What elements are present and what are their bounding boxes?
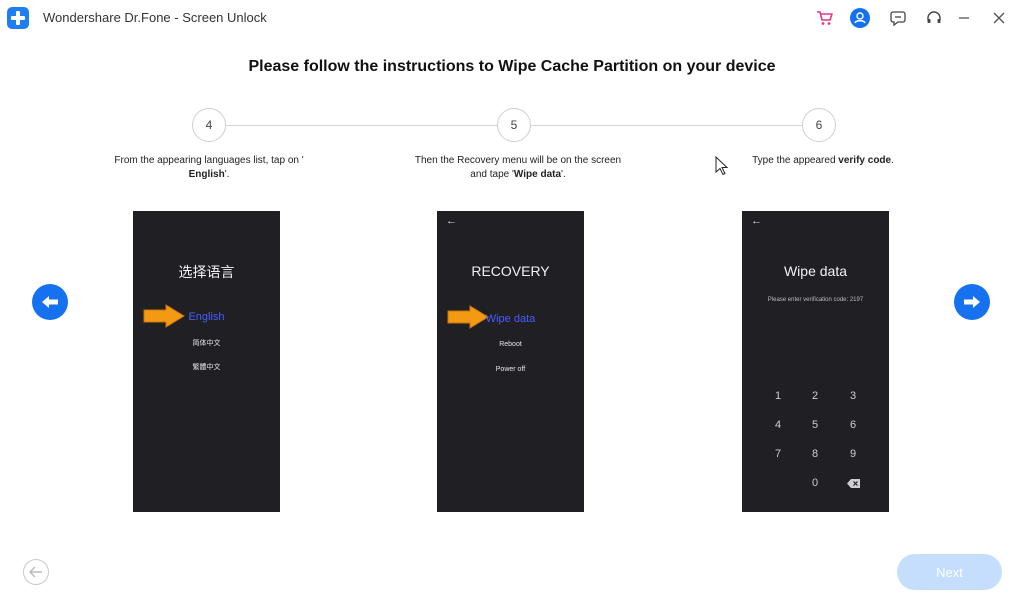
keypad-key: 6 xyxy=(849,419,857,431)
language-option-english: English xyxy=(188,311,225,323)
phone-title: Wipe data xyxy=(783,263,848,279)
phone-screen-language: 选择语言 English 简体中文 繁體中文 xyxy=(133,211,280,512)
step-4-text-end: '. xyxy=(224,169,230,180)
step-6-description: Type the appeared verify code. xyxy=(703,154,943,168)
backspace-icon xyxy=(847,479,860,488)
keypad-key: 0 xyxy=(811,477,819,489)
keypad-key: 3 xyxy=(849,390,857,402)
page-heading: Please follow the instructions to Wipe C… xyxy=(248,58,776,75)
phone-title: RECOVERY xyxy=(471,263,550,279)
mouse-cursor-icon xyxy=(715,156,729,176)
app-title: Wondershare Dr.Fone - Screen Unlock xyxy=(43,10,267,25)
phone-title: 选择语言 xyxy=(178,264,235,280)
step-5-text-pre: and tape ' xyxy=(470,169,514,180)
verification-prompt: Please enter verification code: 2197 xyxy=(767,297,864,303)
back-button[interactable] xyxy=(23,559,49,585)
phone-back-arrow-icon: ← xyxy=(446,215,457,227)
step-4-text: From the appearing languages list, tap o… xyxy=(114,155,304,166)
keypad-key: 5 xyxy=(811,419,819,431)
keypad-key: 1 xyxy=(774,390,782,402)
recovery-option: Power off xyxy=(495,366,526,373)
keypad-key: 4 xyxy=(774,419,782,431)
step-connector xyxy=(531,125,802,126)
phone-back-arrow-icon: ← xyxy=(751,215,762,227)
arrow-right-icon xyxy=(964,296,980,308)
language-option: 简体中文 xyxy=(192,340,221,347)
arrow-left-icon xyxy=(42,296,58,308)
close-icon[interactable] xyxy=(989,8,1009,28)
headset-support-icon[interactable] xyxy=(924,8,944,28)
step-5-text-end: '. xyxy=(561,169,566,180)
user-avatar-icon[interactable] xyxy=(850,8,870,28)
step-number-4: 4 xyxy=(192,108,226,142)
step-4-bold-text: English xyxy=(188,169,225,180)
shopping-cart-icon[interactable] xyxy=(815,8,835,28)
recovery-option: Reboot xyxy=(499,341,522,348)
step-5-bold-text: Wipe data xyxy=(513,169,562,180)
minimize-icon[interactable] xyxy=(954,8,974,28)
step-5-description: Then the Recovery menu will be on the sc… xyxy=(398,154,638,182)
keypad-key: 8 xyxy=(811,448,819,460)
recovery-option-wipe-data: Wipe data xyxy=(485,313,536,325)
previous-slide-button[interactable] xyxy=(32,284,68,320)
title-bar: Wondershare Dr.Fone - Screen Unlock xyxy=(0,0,1024,36)
arrow-left-icon xyxy=(29,566,42,578)
keypad-key: 7 xyxy=(774,448,782,460)
next-slide-button[interactable] xyxy=(954,284,990,320)
next-button[interactable]: Next xyxy=(897,554,1002,590)
step-6-bold-text: verify code xyxy=(838,155,892,166)
step-6-text-end: . xyxy=(891,155,894,166)
step-5-text: Then the Recovery menu will be on the sc… xyxy=(414,155,622,166)
feedback-icon[interactable] xyxy=(888,8,908,28)
step-6-text-pre: Type the appeared xyxy=(752,155,839,166)
keypad-key: 2 xyxy=(811,390,819,402)
keypad-key: 9 xyxy=(849,448,857,460)
phone-screen-recovery: ← RECOVERY Wipe data Reboot Power off xyxy=(437,211,584,512)
app-logo-icon xyxy=(7,7,29,29)
step-number-6: 6 xyxy=(802,108,836,142)
step-number-5: 5 xyxy=(497,108,531,142)
language-option: 繁體中文 xyxy=(192,364,221,371)
step-connector xyxy=(226,125,497,126)
step-4-description: From the appearing languages list, tap o… xyxy=(89,154,329,182)
phone-screen-wipe-data: ← Wipe data Please enter verification co… xyxy=(742,211,889,512)
